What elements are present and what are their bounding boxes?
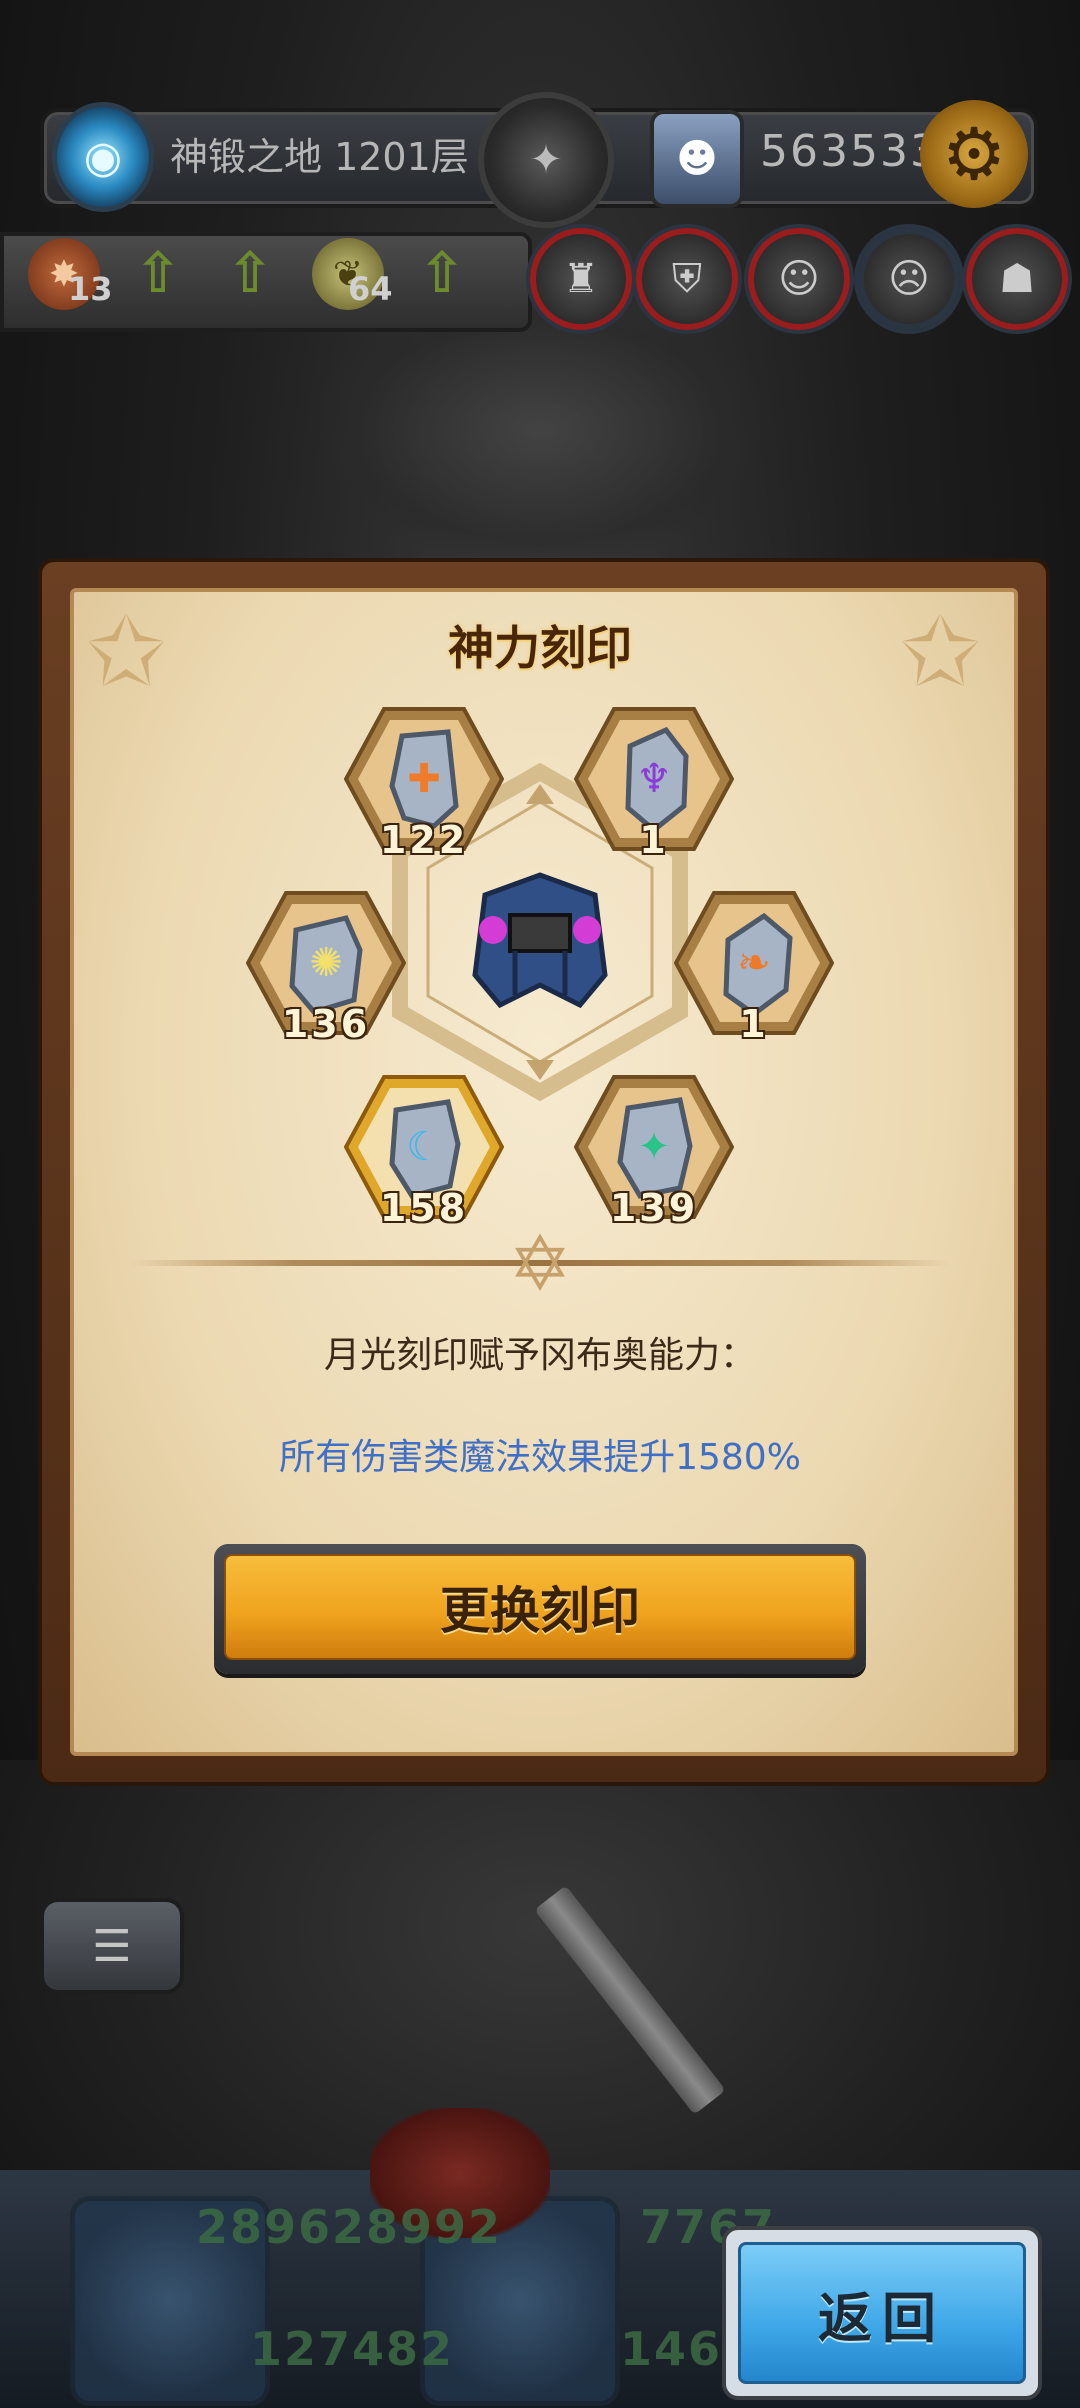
forge-machine	[320, 300, 760, 560]
return-label: 返回	[738, 2242, 1026, 2384]
hero-slot-knight[interactable]: ♜	[530, 228, 632, 330]
return-button[interactable]: 返回	[722, 2226, 1042, 2400]
menu-icon[interactable]: ☰	[40, 1898, 184, 1994]
hexagram-icon: ✡	[508, 1219, 572, 1308]
upgrade-arrow-icon[interactable]: ⇧	[130, 246, 186, 302]
compass-icon[interactable]: ✦	[478, 92, 614, 228]
rune-count: 158	[379, 1186, 469, 1230]
hero-slot-goblin[interactable]: ☺	[748, 228, 850, 330]
cloak-icon	[472, 872, 608, 1009]
bottom-number: 146	[620, 2322, 723, 2376]
boot-count: 13	[68, 270, 113, 308]
panel-title: 神力刻印	[448, 621, 632, 675]
description-label: 月光刻印赋予冈布奥能力：	[323, 1335, 756, 1376]
rune-count: 122	[379, 818, 469, 862]
rune-count: 1	[739, 1002, 769, 1046]
change-rune-button[interactable]: 更换刻印	[214, 1544, 866, 1674]
equipped-cloak-item[interactable]	[440, 840, 640, 1040]
gear-icon[interactable]: ⚙	[920, 100, 1028, 208]
bottom-number: 289628992	[196, 2200, 503, 2254]
rune-count: 139	[609, 1186, 699, 1230]
hero-slot-warrior[interactable]: ☹	[858, 228, 960, 330]
upgrade-arrow-icon[interactable]: ⇧	[414, 246, 470, 302]
hero-slot-masked[interactable]: ☗	[966, 228, 1068, 330]
change-rune-label: 更换刻印	[224, 1554, 856, 1660]
location-label: 神锻之地 1201层	[170, 135, 469, 179]
player-avatar[interactable]: ☻	[650, 110, 744, 208]
wreath-count: 64	[348, 270, 393, 308]
bottom-number: 127482	[250, 2322, 455, 2376]
rune-count: 136	[281, 1002, 371, 1046]
portal-icon[interactable]: ◉	[52, 102, 154, 212]
hero-slot-armor[interactable]: ⛨	[636, 228, 738, 330]
rune-count: 1	[639, 818, 669, 862]
upgrade-arrow-icon[interactable]: ⇧	[222, 246, 278, 302]
effect-text: 所有伤害类魔法效果提升1580%	[279, 1437, 801, 1478]
